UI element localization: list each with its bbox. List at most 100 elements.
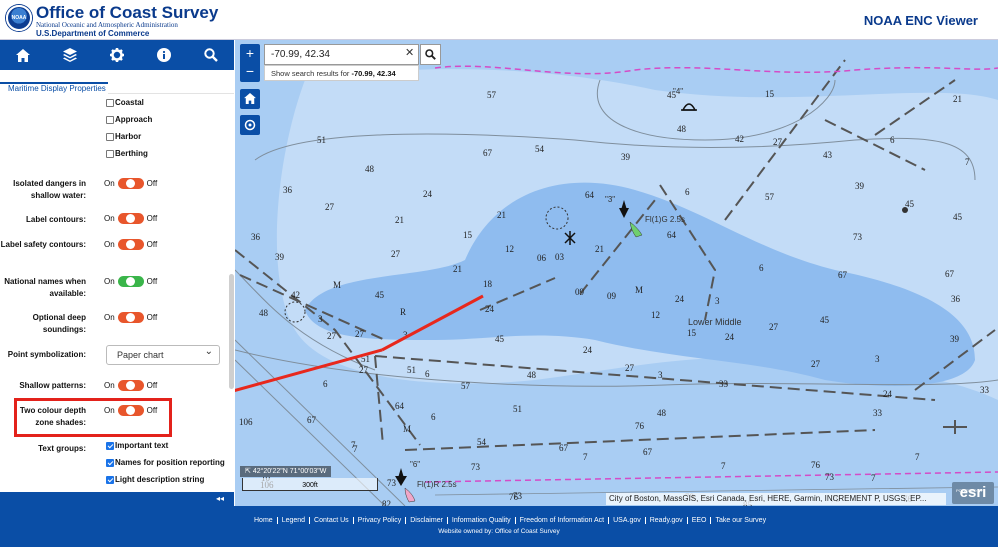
toggle-safety-contours[interactable]: On Off	[104, 239, 157, 250]
layers-button[interactable]	[47, 40, 94, 70]
depth-sounding: 06	[537, 253, 547, 263]
toggle-national-names[interactable]: On Off	[104, 276, 157, 287]
brand-department: U.S.Department of Commerce	[36, 29, 150, 38]
depth-sounding: 3	[318, 314, 323, 324]
checkbox-position-reporting[interactable]: Names for position reporting	[106, 458, 225, 467]
depth-sounding: 82	[382, 499, 391, 506]
footer-links: Home Legend Contact Us Privacy Policy Discla…	[250, 517, 770, 524]
locate-button[interactable]	[240, 115, 260, 135]
toggle-switch[interactable]	[117, 178, 144, 189]
checkbox-box[interactable]	[106, 132, 114, 141]
depth-sounding: 7	[721, 461, 726, 471]
footer-link[interactable]: EEO	[688, 517, 712, 524]
footer-link[interactable]: Ready.gov	[646, 517, 688, 524]
depth-sounding: 57	[461, 381, 471, 391]
panel-scrollbar[interactable]	[229, 274, 234, 389]
zoom-in-button[interactable]: +	[240, 44, 260, 62]
suggestion-prefix: Show search results for	[271, 69, 352, 78]
map-home-button[interactable]	[240, 89, 260, 109]
checkbox-harbor[interactable]: Harbor	[106, 132, 141, 141]
depth-sounding: 6	[890, 135, 895, 145]
depth-sounding: 64	[667, 230, 677, 240]
depth-sounding: 12	[505, 244, 514, 254]
tab-maritime-display-properties[interactable]: Maritime Display Properties	[0, 82, 108, 94]
footer-link[interactable]: Information Quality	[448, 517, 516, 524]
footer-link[interactable]: Privacy Policy	[354, 517, 407, 524]
toggle-shallow-patterns[interactable]: On Off	[104, 380, 157, 391]
option-label-national-names: National names when available:	[4, 277, 86, 298]
toggle-switch[interactable]	[117, 380, 144, 391]
chart-map[interactable]: 57 45 15 21 51 54 67 48 42 27 43 6 7 48 39 39 36 24 64 6 57 4…	[235, 40, 998, 506]
depth-sounding: 67	[643, 447, 653, 457]
sidebar-toolbar	[0, 40, 234, 70]
noaa-logo[interactable]: NOAA	[6, 5, 32, 31]
option-label-safety-contours: Label safety contours:	[0, 240, 86, 249]
checkbox-coastal[interactable]: Coastal	[106, 98, 144, 107]
depth-sounding: 48	[677, 124, 687, 134]
footer-link[interactable]: Disclaimer	[406, 517, 448, 524]
settings-button[interactable]	[94, 40, 141, 70]
checkbox-box[interactable]	[106, 441, 114, 450]
depth-sounding: 33	[873, 408, 883, 418]
option-label-shallow-patterns: Shallow patterns:	[19, 381, 86, 390]
home-icon	[16, 48, 31, 62]
toggle-switch[interactable]	[117, 239, 144, 250]
point-symbolization-select[interactable]: Paper chart	[106, 345, 220, 365]
checkbox-box[interactable]	[106, 149, 114, 158]
brand-title[interactable]: Office of Coast Survey	[36, 3, 218, 23]
map-search-button[interactable]	[420, 44, 441, 65]
depth-sounding: 42	[735, 134, 744, 144]
search-suggestion[interactable]: Show search results for -70.99, 42.34	[264, 65, 419, 81]
depth-sounding: 48	[259, 308, 269, 318]
depth-sounding: 76	[811, 460, 821, 470]
checkbox-approach[interactable]: Approach	[106, 115, 152, 124]
depth-sounding: 15	[687, 328, 697, 338]
footer-link[interactable]: Contact Us	[310, 517, 354, 524]
depth-sounding: 27	[355, 329, 365, 339]
depth-sounding: 73	[471, 462, 481, 472]
esri-logo[interactable]: POWERED BY esri	[952, 482, 994, 504]
checkbox-berthing[interactable]: Berthing	[106, 149, 148, 158]
checkbox-box[interactable]	[106, 458, 114, 467]
collapse-panel-button[interactable]: ◂◂	[0, 492, 234, 506]
depth-sounding: 36	[251, 232, 261, 242]
option-label-isolated-dangers: Isolated dangers in shallow water:	[13, 179, 86, 200]
toggle-switch[interactable]	[117, 276, 144, 287]
expand-icon[interactable]: ⇱	[245, 468, 253, 475]
depth-sounding: 64	[395, 401, 405, 411]
footer-link[interactable]: Freedom of Information Act	[516, 517, 610, 524]
checkbox-box[interactable]	[106, 98, 114, 107]
toggle-switch[interactable]	[117, 213, 144, 224]
footer-link[interactable]: Take our Survey	[711, 517, 770, 524]
nautical-chart-canvas[interactable]: 57 45 15 215154674842 27436748393936 24 64 6 574…	[235, 40, 998, 506]
toggle-off-label: Off	[146, 240, 158, 249]
depth-sounding: 64	[585, 190, 595, 200]
depth-sounding: 67	[307, 415, 317, 425]
toggle-on-label: On	[104, 214, 115, 223]
depth-sounding: 27	[391, 249, 401, 259]
toggle-off-label: Off	[146, 313, 158, 322]
toggle-off-label: Off	[146, 214, 158, 223]
toggle-deep-soundings[interactable]: On Off	[104, 312, 157, 323]
zoom-out-button[interactable]: −	[240, 62, 260, 80]
footer-owner: Website owned by: Office of Coast Survey	[438, 528, 560, 535]
info-button[interactable]	[140, 40, 187, 70]
depth-sounding: 51	[513, 404, 522, 414]
close-icon[interactable]: ✕	[405, 46, 414, 59]
footer-link[interactable]: Home	[250, 517, 278, 524]
checkbox-important-text[interactable]: Important text	[106, 441, 168, 450]
toggle-label-contours[interactable]: On Off	[104, 213, 157, 224]
home-button[interactable]	[0, 40, 47, 70]
zoom-control: + −	[240, 44, 260, 82]
checkbox-box[interactable]	[106, 115, 114, 124]
depth-sounding: 45	[375, 290, 385, 300]
toggle-on-label: On	[104, 240, 115, 249]
checkbox-light-description[interactable]: Light description string	[106, 475, 204, 484]
footer-link[interactable]: USA.gov	[609, 517, 646, 524]
search-button[interactable]	[187, 40, 234, 70]
toggle-isolated-dangers[interactable]: On Off	[104, 178, 157, 189]
map-search-input[interactable]: -70.99, 42.34	[264, 44, 419, 65]
checkbox-box[interactable]	[106, 475, 114, 484]
footer-link[interactable]: Legend	[278, 517, 311, 524]
toggle-switch[interactable]	[117, 312, 144, 323]
